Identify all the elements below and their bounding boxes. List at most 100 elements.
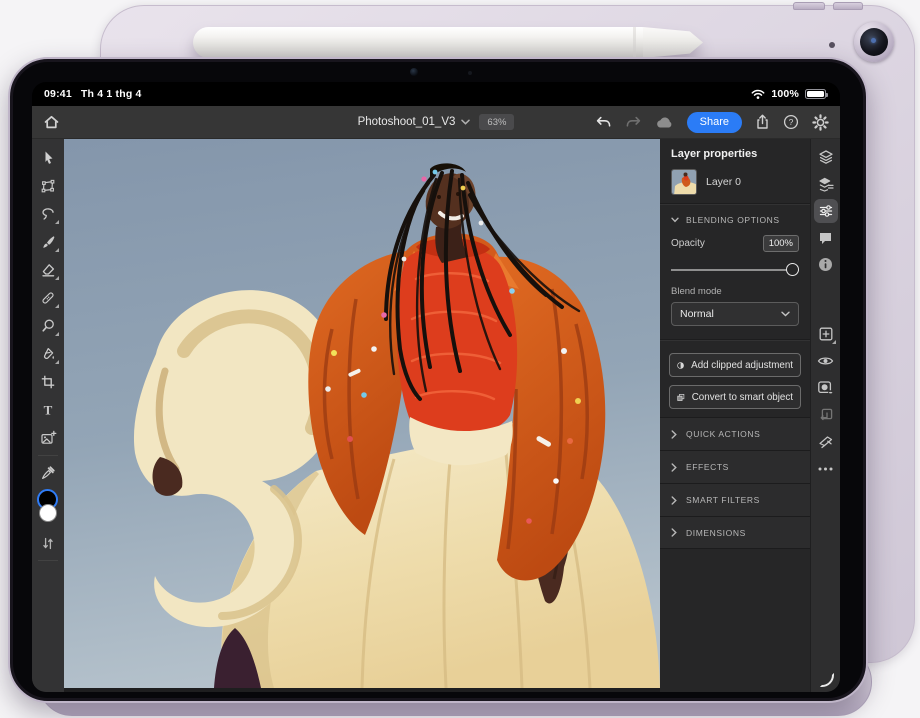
slider-track	[671, 269, 799, 271]
share-button[interactable]: Share	[687, 112, 742, 133]
export-button[interactable]	[755, 114, 770, 130]
transform-tool-icon	[40, 178, 56, 194]
chevron-right-icon	[671, 528, 677, 537]
brush-tool[interactable]	[34, 228, 62, 256]
blend-mode-dropdown[interactable]: Normal	[671, 302, 799, 326]
comments-button[interactable]	[812, 224, 839, 251]
eye-icon	[817, 355, 834, 367]
clone-stamp-icon	[40, 318, 56, 334]
add-layer-icon	[818, 326, 834, 342]
tool-divider	[38, 560, 58, 561]
pencil-body	[193, 27, 645, 58]
app-toolbar: Photoshoot_01_V3 63%	[32, 106, 840, 139]
more-options-button[interactable]	[812, 455, 839, 482]
battery-percent: 100%	[771, 88, 799, 100]
eraser-tool-icon	[40, 262, 56, 278]
slider-thumb[interactable]	[786, 263, 799, 276]
undo-icon	[595, 115, 612, 129]
layer-mask-button[interactable]	[812, 374, 839, 401]
help-button[interactable]: ?	[783, 114, 799, 130]
workspace: T	[32, 139, 840, 692]
opacity-slider[interactable]	[671, 262, 799, 277]
panel-title: Layer properties	[660, 139, 810, 167]
convert-smart-object-button[interactable]: Convert to smart object	[669, 385, 801, 409]
eyedropper-tool[interactable]	[34, 459, 62, 487]
fill-tool[interactable]	[34, 340, 62, 368]
status-bar: 09:41 Th 4 1 thg 4 100%	[32, 82, 840, 106]
swap-colors-tool[interactable]	[34, 529, 62, 557]
front-ipad: 09:41 Th 4 1 thg 4 100%	[8, 57, 868, 703]
apple-pencil	[193, 27, 703, 58]
mic-dot	[829, 42, 835, 48]
opacity-label: Opacity	[671, 238, 705, 249]
transform-tool[interactable]	[34, 172, 62, 200]
flatten-button[interactable]	[812, 428, 839, 455]
chevron-down-icon	[461, 119, 470, 125]
info-button[interactable]	[812, 251, 839, 278]
eyedropper-icon	[40, 465, 56, 481]
document-title-menu[interactable]: Photoshoot_01_V3	[358, 116, 471, 128]
healing-brush-tool[interactable]	[34, 284, 62, 312]
opacity-row: Opacity 100%	[660, 234, 810, 253]
info-icon	[818, 257, 833, 272]
section-effects[interactable]: EFFECTS	[660, 450, 810, 483]
section-smart-filters[interactable]: SMART FILTERS	[660, 483, 810, 516]
opacity-value-field[interactable]: 100%	[763, 235, 799, 252]
type-tool-icon: T	[40, 402, 56, 418]
home-icon	[43, 114, 60, 130]
chevron-right-icon	[671, 496, 677, 505]
zoom-level-badge[interactable]: 63%	[479, 114, 514, 130]
layer-row[interactable]: Layer 0	[660, 167, 810, 203]
pencil-seam	[633, 27, 636, 58]
panel-switcher-strip	[810, 139, 840, 692]
edit-properties-button[interactable]	[814, 199, 838, 223]
lasso-tool[interactable]	[34, 200, 62, 228]
undo-button[interactable]	[595, 115, 612, 129]
section-label: DIMENSIONS	[686, 528, 746, 538]
clone-stamp-tool[interactable]	[34, 312, 62, 340]
status-date: Th 4 1 thg 4	[81, 88, 142, 100]
clip-layer-icon	[818, 407, 834, 423]
add-clipped-adjustment-button[interactable]: Add clipped adjustment	[669, 353, 801, 377]
blend-mode-value: Normal	[680, 308, 714, 320]
canvas[interactable]	[64, 139, 660, 692]
home-button[interactable]	[43, 114, 60, 130]
settings-button[interactable]	[812, 114, 829, 131]
layer-properties-icon	[818, 176, 834, 192]
layers-button[interactable]	[812, 143, 839, 170]
cloud-sync-button[interactable]	[655, 115, 674, 129]
layer-properties-button[interactable]	[812, 170, 839, 197]
convert-smart-object-label: Convert to smart object	[692, 392, 793, 403]
redo-button[interactable]	[625, 115, 642, 129]
place-photo-tool[interactable]	[34, 424, 62, 452]
move-tool[interactable]	[34, 144, 62, 172]
export-icon	[755, 114, 770, 130]
wifi-icon	[751, 88, 765, 100]
screen: 09:41 Th 4 1 thg 4 100%	[32, 82, 840, 692]
section-dimensions[interactable]: DIMENSIONS	[660, 516, 810, 549]
add-layer-button[interactable]	[812, 320, 839, 347]
move-tool-icon	[41, 150, 56, 166]
adjustment-icon	[677, 359, 684, 372]
eraser-tool[interactable]	[34, 256, 62, 284]
help-icon: ?	[783, 114, 799, 130]
crop-tool[interactable]	[34, 368, 62, 396]
flatten-icon	[817, 434, 834, 449]
type-tool[interactable]: T	[34, 396, 62, 424]
more-icon	[818, 467, 833, 471]
photo-layer	[64, 139, 660, 688]
svg-text:?: ?	[789, 117, 794, 127]
color-swatches[interactable]	[34, 489, 62, 529]
blending-options-header[interactable]: BLENDING OPTIONS	[660, 204, 810, 234]
stage: 09:41 Th 4 1 thg 4 100%	[0, 0, 920, 718]
background-color-swatch[interactable]	[39, 504, 57, 522]
clip-layer-button[interactable]	[812, 401, 839, 428]
chevron-right-icon	[671, 430, 677, 439]
layer-properties-panel: Layer properties Layer 0	[660, 139, 810, 692]
front-sensor-dot	[468, 71, 472, 75]
layer-mask-icon	[817, 380, 834, 396]
battery-icon	[805, 89, 826, 99]
section-quick-actions[interactable]: QUICK ACTIONS	[660, 417, 810, 450]
blending-options-label: BLENDING OPTIONS	[686, 215, 780, 225]
visibility-button[interactable]	[812, 347, 839, 374]
